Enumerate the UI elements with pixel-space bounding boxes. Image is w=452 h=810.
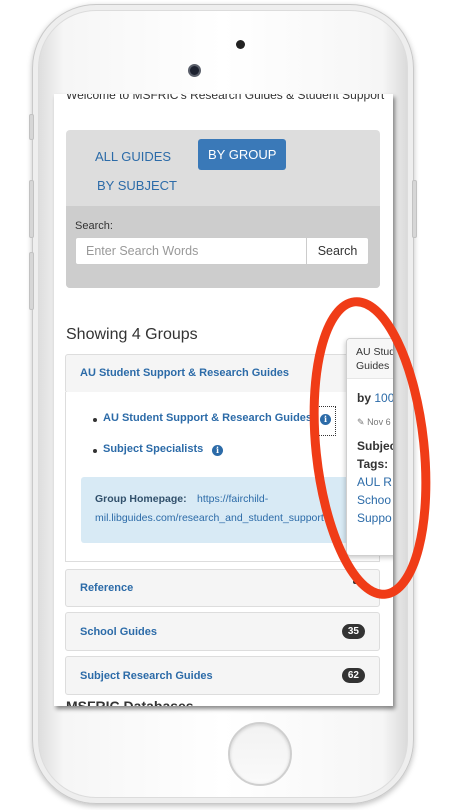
popover-tags: Tags: — [357, 457, 388, 471]
popover-date-text: Nov 6 — [367, 417, 391, 427]
list-bullet — [93, 449, 97, 453]
count-badge — [353, 580, 365, 584]
pencil-square-icon: ✎ — [357, 417, 365, 427]
count-badge: 35 — [341, 624, 365, 639]
tab-by-group[interactable]: BY GROUP — [198, 139, 287, 170]
group-panel-school-guides[interactable]: School Guides 35 — [65, 612, 380, 651]
databases-heading: MSFRIC Databases — [66, 698, 194, 706]
welcome-text: Welcome to MSFRIC's Research Guides & St… — [66, 94, 385, 102]
group-homepage-link[interactable]: https://fairchild- — [197, 493, 268, 505]
popover-title: AU Stud Guides — [356, 346, 393, 372]
volume-down-button — [29, 252, 34, 310]
info-icon[interactable]: i — [212, 445, 223, 456]
search-input[interactable] — [75, 237, 307, 265]
group-panel-reference[interactable]: Reference — [65, 569, 380, 607]
search-label: Search: — [75, 220, 113, 232]
group-title[interactable]: Reference — [80, 582, 133, 594]
guide-info-popover: AU Stud Guides by 100 ✎ Nov 6 Subjec Tag… — [346, 338, 393, 556]
search-box: Search: Search — [66, 206, 380, 288]
group-homepage-box: Group Homepage: https://fairchild- mil.l… — [81, 477, 365, 543]
group-title[interactable]: AU Student Support & Research Guides — [80, 367, 289, 379]
group-homepage-link-cont[interactable]: mil.libguides.com/research_and_student_s… — [95, 512, 324, 524]
guide-tabs-panel: ALL GUIDES BY GROUP BY SUBJECT Search: S… — [66, 130, 380, 288]
home-button[interactable] — [228, 722, 292, 786]
popover-author-link[interactable]: 100 — [374, 391, 393, 405]
volume-up-button — [29, 180, 34, 238]
popover-header: AU Stud Guides — [347, 339, 393, 379]
power-button — [412, 180, 417, 238]
popover-tag-link[interactable]: Schoo — [357, 493, 391, 507]
popover-date: ✎ Nov 6 — [357, 417, 391, 428]
popover-tag-link[interactable]: Suppo — [357, 511, 392, 525]
list-bullet — [93, 418, 97, 422]
group-panel-au-student-support[interactable]: AU Student Support & Research Guides — [65, 354, 380, 393]
tab-all-guides[interactable]: ALL GUIDES — [85, 143, 181, 170]
search-button[interactable]: Search — [306, 237, 369, 265]
group-title[interactable]: Subject Research Guides — [80, 670, 213, 682]
group-homepage-label: Group Homepage: — [95, 493, 187, 505]
speaker-dot — [236, 40, 245, 49]
popover-tags-label: Tags: — [357, 457, 389, 471]
group-panel-subject-research-guides[interactable]: Subject Research Guides 62 — [65, 656, 380, 695]
screen: Welcome to MSFRIC's Research Guides & St… — [54, 94, 393, 706]
group-title[interactable]: School Guides — [80, 626, 157, 638]
popover-by-label: by — [357, 391, 372, 405]
guide-link-subject-specialists[interactable]: Subject Specialists — [103, 443, 203, 455]
popover-author: by 100 — [357, 391, 393, 405]
info-focus-outline — [316, 406, 336, 436]
guide-link-au-student-support[interactable]: AU Student Support & Research Guides — [103, 412, 312, 424]
popover-tag-link[interactable]: AUL R — [357, 475, 392, 489]
count-badge: 62 — [341, 668, 365, 683]
mute-switch — [29, 114, 34, 140]
showing-count-heading: Showing 4 Groups — [66, 326, 198, 343]
front-camera — [188, 64, 201, 77]
popover-subjects-label: Subjec — [357, 439, 393, 453]
tab-by-subject[interactable]: BY SUBJECT — [87, 172, 187, 199]
